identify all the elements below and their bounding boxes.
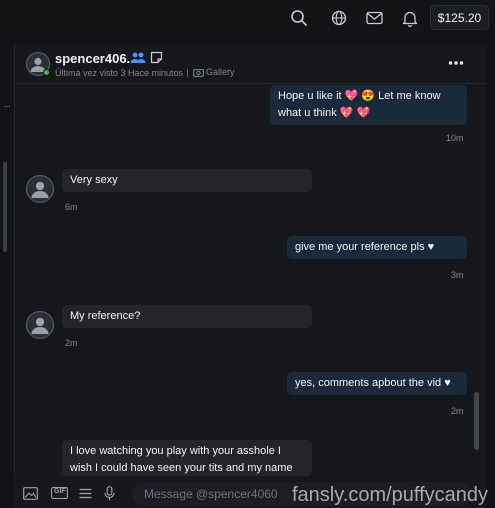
globe-icon[interactable]	[329, 8, 349, 28]
message-incoming[interactable]: I love watching you play with your assho…	[62, 440, 312, 476]
message-input[interactable]	[132, 482, 472, 506]
gif-icon[interactable]: GIF	[51, 486, 68, 500]
bell-icon[interactable]	[400, 8, 420, 28]
message-incoming[interactable]: My reference?	[62, 305, 312, 328]
users-icon	[130, 51, 146, 65]
last-seen-text: Última vez visto 3 Hace minutos	[55, 68, 184, 78]
top-bar: $125.20	[0, 0, 495, 36]
message-time: 2m	[65, 338, 78, 348]
message-outgoing[interactable]: Hope u like it 💖 😍 Let me know what u th…	[270, 85, 467, 125]
image-icon[interactable]	[23, 486, 38, 500]
message-time: 3m	[451, 270, 464, 280]
message-incoming[interactable]: Very sexy	[62, 169, 312, 192]
avatar[interactable]	[26, 175, 54, 203]
wallet-balance-button[interactable]: $125.20	[430, 5, 489, 30]
online-status-dot	[43, 69, 50, 76]
message-time: 10m	[446, 133, 464, 143]
search-icon[interactable]	[289, 8, 309, 28]
message-time: 6m	[65, 202, 78, 212]
mic-icon[interactable]	[104, 485, 115, 500]
gallery-label: Gallery	[206, 67, 235, 77]
left-rail	[0, 44, 14, 508]
messages-scrollbar[interactable]	[474, 392, 479, 450]
message-time: 2m	[451, 406, 464, 416]
note-icon[interactable]	[150, 51, 164, 65]
message-outgoing[interactable]: give me your reference pls ♥	[287, 236, 467, 259]
mail-icon[interactable]	[364, 8, 384, 28]
gallery-link[interactable]: Gallery	[193, 67, 235, 77]
avatar[interactable]	[26, 311, 54, 339]
header-divider	[187, 69, 188, 77]
gif-label: GIF	[54, 488, 66, 495]
gallery-icon	[193, 68, 204, 77]
message-outgoing[interactable]: yes, comments apbout the vid ♥	[287, 372, 467, 395]
left-scrollbar[interactable]	[3, 162, 7, 252]
more-icon[interactable]	[447, 55, 465, 71]
chat-username[interactable]: spencer406...	[55, 51, 137, 66]
list-icon[interactable]	[79, 486, 92, 500]
